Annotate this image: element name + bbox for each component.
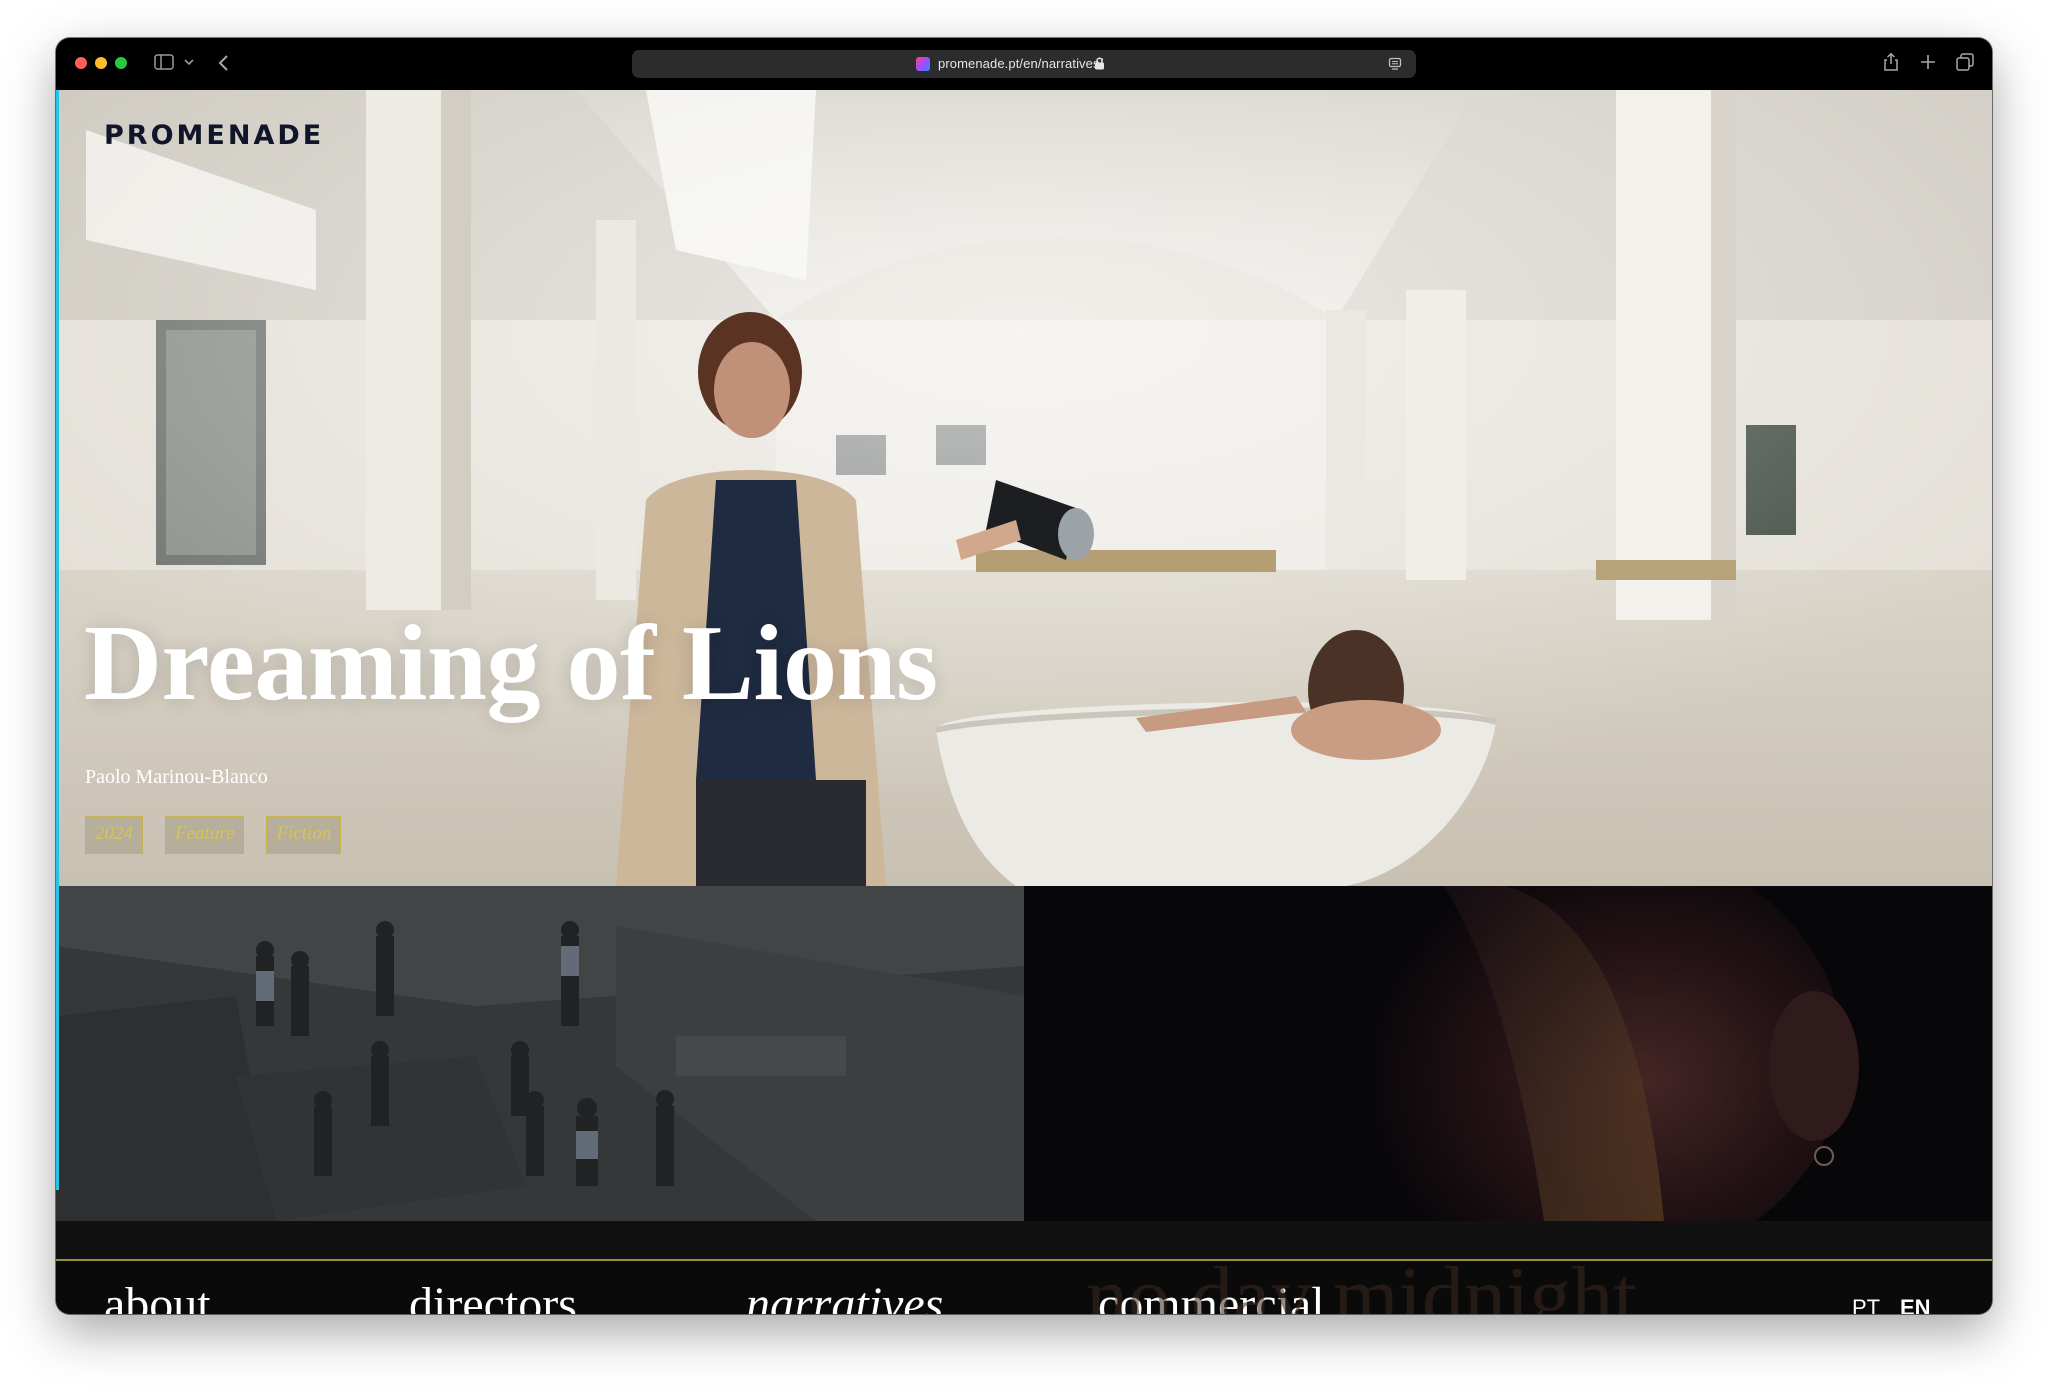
tag-year: 2024 xyxy=(85,816,143,854)
browser-window: promenade.pt/en/narratives/ PROMENADE Dr… xyxy=(56,38,1992,1314)
tabs-overview-icon[interactable] xyxy=(1955,52,1975,72)
hero-still-image xyxy=(56,90,1992,886)
site-logo[interactable]: PROMENADE xyxy=(104,120,324,151)
sidebar-icon[interactable] xyxy=(154,54,174,70)
chevron-down-icon[interactable] xyxy=(183,56,195,68)
project-tile-midnight[interactable] xyxy=(1024,886,1992,1221)
plus-icon[interactable] xyxy=(1919,53,1937,71)
tag-genre: Fiction xyxy=(266,816,342,854)
tile-caption-midnight: no day midnight xyxy=(1086,1250,1637,1314)
zoom-window-button[interactable] xyxy=(115,57,127,69)
closeup-still-image xyxy=(1024,886,1992,1221)
url-text[interactable]: promenade.pt/en/narratives/ xyxy=(938,56,1103,71)
browser-toolbar: promenade.pt/en/narratives/ xyxy=(56,38,1992,90)
hero-tags: 2024 Feature Fiction xyxy=(85,816,342,854)
close-window-button[interactable] xyxy=(75,57,87,69)
reader-icon[interactable] xyxy=(1388,57,1402,71)
main-navigation: about directors narratives commercial PT… xyxy=(56,1259,1992,1314)
minimize-window-button[interactable] xyxy=(95,57,107,69)
web-page: PROMENADE Dreaming of Lions Paolo Marino… xyxy=(56,90,1992,1314)
edge-accent xyxy=(56,90,59,1190)
language-pt[interactable]: PT xyxy=(1852,1295,1880,1314)
language-en[interactable]: EN xyxy=(1900,1295,1931,1314)
back-icon[interactable] xyxy=(216,53,232,73)
lock-icon xyxy=(1095,57,1104,70)
project-tile-skatepark[interactable] xyxy=(56,886,1024,1221)
hero-title[interactable]: Dreaming of Lions xyxy=(84,610,938,718)
site-favicon xyxy=(916,57,930,71)
tag-format: Feature xyxy=(165,816,245,854)
address-bar[interactable]: promenade.pt/en/narratives/ xyxy=(632,50,1416,78)
nav-item-directors[interactable]: directors xyxy=(409,1277,577,1314)
hero-feature[interactable]: PROMENADE Dreaming of Lions Paolo Marino… xyxy=(56,90,1992,886)
skatepark-still-image xyxy=(56,886,1024,1221)
nav-item-narratives[interactable]: narratives xyxy=(746,1277,943,1314)
hero-director: Paolo Marinou-Blanco xyxy=(85,766,268,788)
share-icon[interactable] xyxy=(1882,52,1900,72)
nav-item-about[interactable]: about xyxy=(104,1277,211,1314)
